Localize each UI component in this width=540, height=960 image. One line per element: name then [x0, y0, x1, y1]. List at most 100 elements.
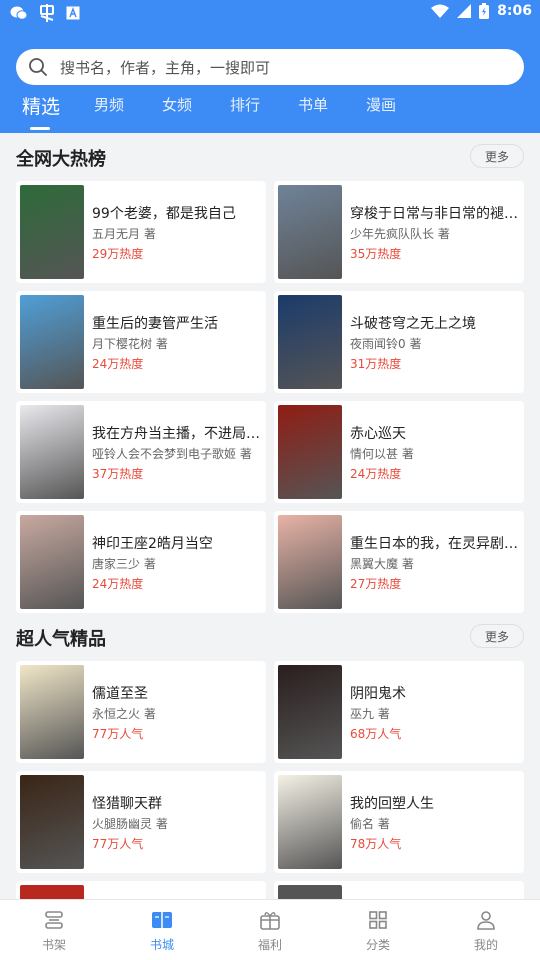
nav-welfare[interactable]: 福利 — [216, 900, 324, 960]
section-title-premium: 超人气精品 — [16, 629, 106, 650]
book-title: 儒道至圣 — [92, 686, 148, 702]
book-card[interactable] — [274, 881, 524, 899]
status-time: 8:06 — [497, 3, 532, 19]
nav-bookshelf[interactable]: 书架 — [0, 900, 108, 960]
book-card[interactable]: 怪猎聊天群 火腿肠幽灵 著 77万人气 — [16, 771, 266, 873]
more-button-hot[interactable]: 更多 — [470, 144, 524, 168]
book-cover — [20, 665, 84, 759]
nav-profile[interactable]: 我的 — [432, 900, 540, 960]
book-cover — [20, 295, 84, 389]
app-header: 8:06 搜书名，作者，主角，一搜即可 精选 男频 女频 排行 书单 漫画 — [0, 0, 540, 133]
book-author: 少年先疯队队长 著 — [350, 227, 450, 241]
gift-icon — [260, 912, 280, 930]
nav-category[interactable]: 分类 — [324, 900, 432, 960]
book-cover — [20, 775, 84, 869]
tab-booklist[interactable]: 书单 — [298, 94, 328, 115]
book-author: 夜雨闻铃0 著 — [350, 337, 422, 351]
book-popularity: 24万热度 — [350, 467, 402, 481]
book-card[interactable]: 99个老婆，都是我自己 五月无月 著 29万热度 — [16, 181, 266, 283]
battery-icon — [479, 3, 490, 19]
book-popularity: 27万热度 — [350, 577, 402, 591]
book-cover — [278, 295, 342, 389]
active-tab-indicator — [30, 127, 50, 130]
book-title: 怪猎聊天群 — [92, 796, 162, 812]
book-popularity: 35万热度 — [350, 247, 402, 261]
more-button-premium[interactable]: 更多 — [470, 624, 524, 648]
wifi-icon — [431, 4, 450, 18]
book-title: 阴阳鬼术 — [350, 686, 406, 702]
book-cover — [278, 185, 342, 279]
book-card[interactable]: 我的回塑人生 偷名 著 78万人气 — [274, 771, 524, 873]
book-title: 神印王座2皓月当空 — [92, 536, 213, 552]
book-card[interactable]: 神印王座2皓月当空 唐家三少 著 24万热度 — [16, 511, 266, 613]
book-title: 重生后的妻管严生活 — [92, 316, 218, 332]
book-card[interactable]: 赤心巡天情何以甚 著 24万热度 — [274, 401, 524, 503]
tab-featured[interactable]: 精选 — [22, 92, 60, 119]
book-card[interactable]: 儒道至圣永恒之火 著 77万人气 — [16, 661, 266, 763]
bookshelf-icon — [45, 911, 63, 929]
tab-male[interactable]: 男频 — [94, 94, 124, 115]
book-card[interactable] — [16, 881, 266, 899]
book-title: 我的回塑人生 — [350, 796, 434, 812]
book-card[interactable]: 我在方舟当主播，不进局就能吃饭哑铃人会不会梦到电子歌姬 著 37万热度 — [16, 401, 266, 503]
bookstore-icon — [152, 912, 172, 928]
book-author: 情何以甚 著 — [350, 447, 414, 461]
book-popularity: 68万人气 — [350, 727, 402, 741]
font-notification-icon — [66, 6, 80, 20]
book-popularity: 29万热度 — [92, 247, 144, 261]
book-cover — [278, 405, 342, 499]
book-cover — [20, 185, 84, 279]
book-card[interactable]: 重生日本的我，在灵异剧本里当主角黑翼大魔 著 27万热度 — [274, 511, 524, 613]
book-title: 赤心巡天 — [350, 426, 406, 442]
book-author: 永恒之火 著 — [92, 707, 156, 721]
book-popularity: 31万热度 — [350, 357, 402, 371]
book-title: 99个老婆，都是我自己 — [92, 206, 236, 222]
book-author: 唐家三少 著 — [92, 557, 156, 571]
profile-icon — [477, 911, 495, 930]
book-title: 重生日本的我，在灵异剧本里当主角 — [350, 536, 518, 552]
nav-bookstore[interactable]: 书城 — [108, 900, 216, 960]
book-title: 斗破苍穹之无上之境 — [350, 316, 476, 332]
book-author: 黑翼大魔 著 — [350, 557, 414, 571]
app-notification-icon — [40, 4, 54, 22]
search-icon — [29, 58, 47, 76]
nav-label: 分类 — [365, 938, 390, 952]
book-cover — [278, 515, 342, 609]
main-content[interactable]: 全网大热榜 更多 99个老婆，都是我自己 五月无月 著 29万热度 穿梭于日常与非日常… — [0, 133, 540, 899]
book-card[interactable]: 斗破苍穹之无上之境 夜雨闻铃0 著 31万热度 — [274, 291, 524, 393]
tab-comics[interactable]: 漫画 — [366, 94, 396, 115]
book-cover — [278, 885, 342, 899]
bottom-navigation: 书架 书城 福利 分类 我的 — [0, 899, 540, 960]
book-author: 巫九 著 — [350, 707, 390, 721]
book-title: 穿梭于日常与非日常的褪色世界 — [350, 206, 518, 222]
section-title-hot: 全网大热榜 — [16, 149, 106, 170]
tab-female[interactable]: 女频 — [162, 94, 192, 115]
nav-label: 福利 — [257, 938, 282, 952]
book-card[interactable]: 阴阳鬼术巫九 著 68万人气 — [274, 661, 524, 763]
book-cover — [20, 515, 84, 609]
book-cover — [20, 405, 84, 499]
book-author: 哑铃人会不会梦到电子歌姬 著 — [92, 447, 252, 461]
search-bar[interactable]: 搜书名，作者，主角，一搜即可 — [16, 49, 524, 85]
book-popularity: 77万人气 — [92, 837, 144, 851]
wechat-notification-icon — [10, 6, 28, 20]
book-popularity: 77万人气 — [92, 727, 144, 741]
book-cover — [278, 665, 342, 759]
book-author: 五月无月 著 — [92, 227, 156, 241]
tab-ranking[interactable]: 排行 — [230, 94, 260, 115]
book-author: 月下樱花树 著 — [92, 337, 168, 351]
book-cover — [20, 885, 84, 899]
book-popularity: 24万热度 — [92, 357, 144, 371]
book-title: 我在方舟当主播，不进局就能吃饭 — [92, 426, 260, 442]
nav-label: 书架 — [41, 938, 66, 952]
book-card[interactable]: 穿梭于日常与非日常的褪色世界少年先疯队队长 著 35万热度 — [274, 181, 524, 283]
signal-icon — [457, 4, 472, 18]
book-popularity: 24万热度 — [92, 577, 144, 591]
category-icon — [369, 911, 387, 929]
book-card[interactable]: 重生后的妻管严生活 月下樱花树 著 24万热度 — [16, 291, 266, 393]
book-author: 偷名 著 — [350, 817, 390, 831]
nav-label: 书城 — [149, 938, 174, 952]
search-placeholder: 搜书名，作者，主角，一搜即可 — [60, 58, 271, 77]
book-popularity: 37万热度 — [92, 467, 144, 481]
book-cover — [278, 775, 342, 869]
